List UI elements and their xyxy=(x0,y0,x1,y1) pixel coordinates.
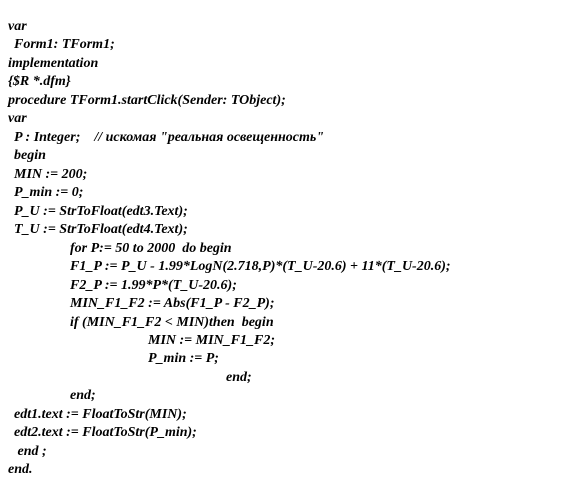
code-line: end. xyxy=(8,461,560,479)
code-line: for P:= 50 to 2000 do begin xyxy=(8,240,560,258)
code-line: MIN_F1_F2 := Abs(F1_P - F2_P); xyxy=(8,295,560,313)
code-line: P_U := StrToFloat(edt3.Text); xyxy=(8,203,560,221)
code-line: P_min := 0; xyxy=(8,184,560,202)
code-line: procedure TForm1.startClick(Sender: TObj… xyxy=(8,92,560,110)
code-line: P : Integer; // искомая "реальная освеще… xyxy=(8,129,560,147)
code-line: T_U := StrToFloat(edt4.Text); xyxy=(8,221,560,239)
code-line: end ; xyxy=(8,443,560,461)
code-line: edt1.text := FloatToStr(MIN); xyxy=(8,406,560,424)
code-line: Form1: TForm1; xyxy=(8,36,560,54)
code-line: F1_P := P_U - 1.99*LogN(2.718,P)*(T_U-20… xyxy=(8,258,560,276)
code-line: edt2.text := FloatToStr(P_min); xyxy=(8,424,560,442)
code-line: MIN := MIN_F1_F2; xyxy=(8,332,560,350)
code-block: varForm1: TForm1;implementation{$R *.dfm… xyxy=(8,18,560,480)
code-line: begin xyxy=(8,147,560,165)
code-line: P_min := P; xyxy=(8,350,560,368)
code-line: var xyxy=(8,110,560,128)
code-line: if (MIN_F1_F2 < MIN)then begin xyxy=(8,314,560,332)
code-line: implementation xyxy=(8,55,560,73)
code-line: var xyxy=(8,18,560,36)
code-line: MIN := 200; xyxy=(8,166,560,184)
code-line: end; xyxy=(8,369,560,387)
code-line: F2_P := 1.99*P*(T_U-20.6); xyxy=(8,277,560,295)
code-line: end; xyxy=(8,387,560,405)
code-line: {$R *.dfm} xyxy=(8,73,560,91)
